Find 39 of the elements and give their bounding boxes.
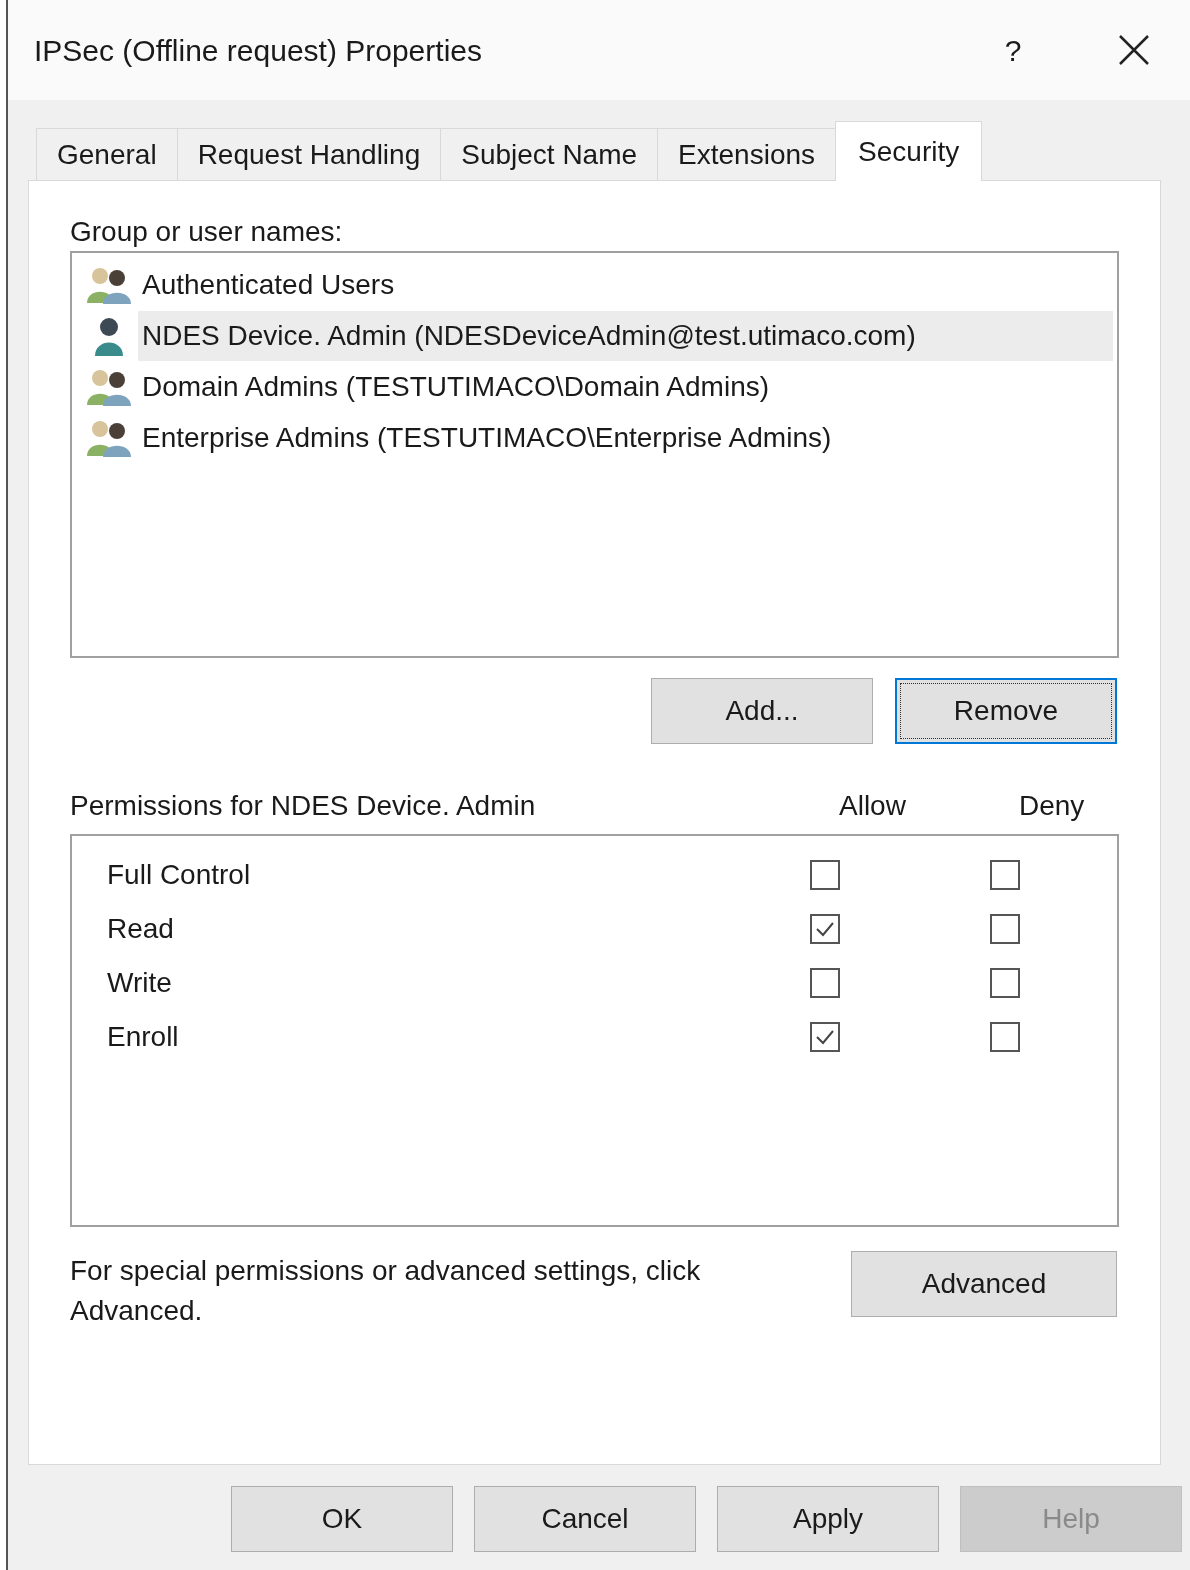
- permission-name: Write: [107, 966, 173, 1000]
- column-header: Allow: [839, 789, 907, 823]
- tab[interactable]: Subject Name: [440, 128, 658, 180]
- checkbox[interactable]: [990, 968, 1020, 998]
- advanced-button[interactable]: Advanced: [851, 1251, 1117, 1317]
- list-action-button[interactable]: Remove: [895, 678, 1117, 744]
- close-icon[interactable]: [1118, 34, 1150, 66]
- tab[interactable]: Security: [835, 121, 983, 181]
- tab[interactable]: Extensions: [657, 128, 836, 180]
- group-list[interactable]: Authenticated Users NDES Device. Admin (NDESDeviceAdmin@test.utimaco.com) Domain Admins (TESTUTIMACO\Domain Admins) Enterprise Admins (TESTUTIMACO\Enterprise Admins): [70, 251, 1119, 658]
- advanced-hint: For special permissions or advanced settings, click Advanced.: [70, 1254, 702, 1328]
- checkbox[interactable]: [990, 860, 1020, 890]
- checkbox[interactable]: [810, 1022, 840, 1052]
- column-header: Deny: [1019, 789, 1086, 823]
- list-item[interactable]: NDES Device. Admin (NDESDeviceAdmin@test.utimaco.com): [138, 310, 1113, 361]
- dialog-button[interactable]: OK: [231, 1486, 453, 1552]
- checkbox[interactable]: [810, 860, 840, 890]
- checkbox[interactable]: [810, 968, 840, 998]
- checkbox[interactable]: [990, 1022, 1020, 1052]
- group-icon: [86, 265, 132, 304]
- list-item[interactable]: Domain Admins (TESTUTIMACO\Domain Admins): [138, 361, 1113, 412]
- permission-name: Read: [107, 912, 175, 946]
- checkbox[interactable]: [990, 914, 1020, 944]
- permission-name: Enroll: [107, 1020, 180, 1054]
- checkbox[interactable]: [810, 914, 840, 944]
- permissions-label: Permissions for NDES Device. Admin: [70, 789, 537, 823]
- tab[interactable]: Request Handling: [176, 128, 441, 180]
- help-button[interactable]: ?: [988, 27, 1038, 73]
- dialog-button[interactable]: Apply: [717, 1486, 939, 1552]
- list-item[interactable]: Authenticated Users: [138, 259, 1113, 310]
- dialog-button[interactable]: Cancel: [474, 1486, 696, 1552]
- group-icon: [86, 367, 132, 406]
- list-action-button[interactable]: Add...: [651, 678, 873, 744]
- window-title: IPSec (Offline request) Properties: [34, 32, 483, 69]
- group-icon: [86, 418, 132, 457]
- group-list-label: Group or user names:: [70, 215, 344, 247]
- list-item[interactable]: Enterprise Admins (TESTUTIMACO\Enterprise Admins): [138, 412, 1113, 463]
- tab[interactable]: General: [36, 128, 177, 180]
- permission-name: Full Control: [107, 858, 252, 892]
